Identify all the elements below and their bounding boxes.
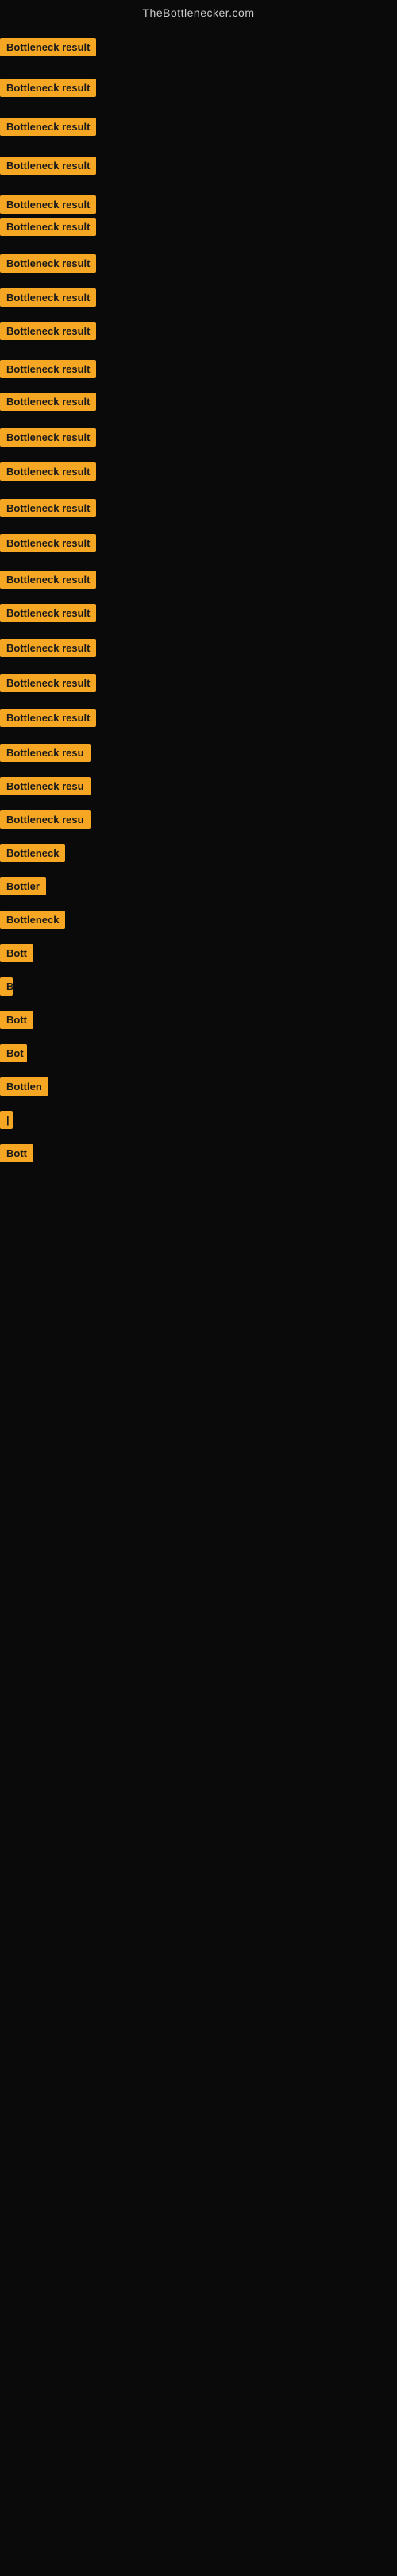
bottleneck-result-item[interactable]: Bottleneck resu [0,810,91,833]
bottleneck-result-item[interactable]: Bottleneck result [0,428,96,451]
bottleneck-label: Bottleneck result [0,288,96,307]
bottleneck-result-item[interactable]: Bottleneck result [0,38,96,60]
bottleneck-label: | [0,1111,13,1129]
bottleneck-result-item[interactable]: Bottleneck result [0,118,96,140]
bottleneck-label: Bottleneck resu [0,744,91,762]
bottleneck-label: Bottleneck result [0,79,96,97]
bottleneck-label: Bottleneck result [0,38,96,56]
bottleneck-label: Bottleneck [0,844,65,862]
bottleneck-label: Bottleneck resu [0,810,91,829]
bottleneck-label: Bottleneck result [0,709,96,727]
bottleneck-result-item[interactable]: Bottleneck result [0,674,96,696]
bottleneck-result-item[interactable]: Bottleneck resu [0,777,91,799]
bottleneck-label: Bott [0,944,33,962]
bottleneck-result-item[interactable]: Bottleneck result [0,534,96,556]
bottleneck-result-item[interactable]: Bot [0,1044,27,1066]
bottleneck-result-item[interactable]: Bottleneck result [0,288,96,311]
bottleneck-result-item[interactable]: Bottleneck result [0,571,96,593]
bottleneck-result-item[interactable]: Bottleneck result [0,709,96,731]
bottleneck-result-item[interactable]: Bottlen [0,1077,48,1100]
bottleneck-label: Bottleneck result [0,360,96,378]
bottleneck-label: Bott [0,1011,33,1029]
bottleneck-result-item[interactable]: Bott [0,944,33,966]
bottleneck-label: Bottleneck result [0,674,96,692]
bottleneck-result-item[interactable]: Bottleneck [0,911,65,933]
bottleneck-label: Bottleneck [0,911,65,929]
bottleneck-label: Bottler [0,877,46,895]
bottleneck-label: Bottleneck result [0,322,96,340]
bottleneck-result-item[interactable]: Bottleneck result [0,322,96,344]
bottleneck-result-item[interactable]: B [0,977,13,1000]
bottleneck-result-item[interactable]: Bottleneck result [0,79,96,101]
bottleneck-label: Bot [0,1044,27,1062]
bottleneck-result-item[interactable]: Bott [0,1144,33,1166]
bottleneck-result-item[interactable]: Bottleneck result [0,360,96,382]
bottleneck-label: Bottleneck result [0,462,96,481]
bottleneck-result-item[interactable]: Bottleneck [0,844,65,866]
bottleneck-label: Bottleneck result [0,571,96,589]
bottleneck-result-item[interactable]: Bottleneck result [0,499,96,521]
bottleneck-result-item[interactable]: Bottleneck result [0,393,96,415]
bottleneck-result-item[interactable]: Bottleneck result [0,218,96,240]
bottleneck-label: Bottleneck result [0,534,96,552]
bottleneck-label: Bott [0,1144,33,1162]
bottleneck-label: Bottleneck result [0,118,96,136]
bottleneck-result-item[interactable]: | [0,1111,13,1133]
bottleneck-result-item[interactable]: Bottleneck result [0,254,96,277]
bottleneck-result-item[interactable]: Bottleneck result [0,157,96,179]
bottleneck-label: Bottleneck result [0,393,96,411]
bottleneck-result-item[interactable]: Bottleneck result [0,462,96,485]
bottleneck-label: Bottleneck result [0,195,96,214]
bottleneck-result-item[interactable]: Bottleneck result [0,604,96,626]
bottleneck-result-item[interactable]: Bott [0,1011,33,1033]
bottleneck-result-item[interactable]: Bottleneck result [0,195,96,218]
site-title: TheBottlenecker.com [0,0,397,25]
bottleneck-label: Bottleneck result [0,604,96,622]
bottleneck-label: Bottleneck result [0,428,96,447]
bottleneck-label: Bottleneck result [0,157,96,175]
bottleneck-label: Bottleneck result [0,254,96,273]
bottleneck-label: Bottlen [0,1077,48,1096]
bottleneck-label: Bottleneck result [0,218,96,236]
bottleneck-label: B [0,977,13,996]
bottleneck-result-item[interactable]: Bottleneck result [0,639,96,661]
bottleneck-label: Bottleneck result [0,639,96,657]
bottleneck-label: Bottleneck resu [0,777,91,795]
bottleneck-label: Bottleneck result [0,499,96,517]
bottleneck-result-item[interactable]: Bottler [0,877,46,899]
bottleneck-result-item[interactable]: Bottleneck resu [0,744,91,766]
